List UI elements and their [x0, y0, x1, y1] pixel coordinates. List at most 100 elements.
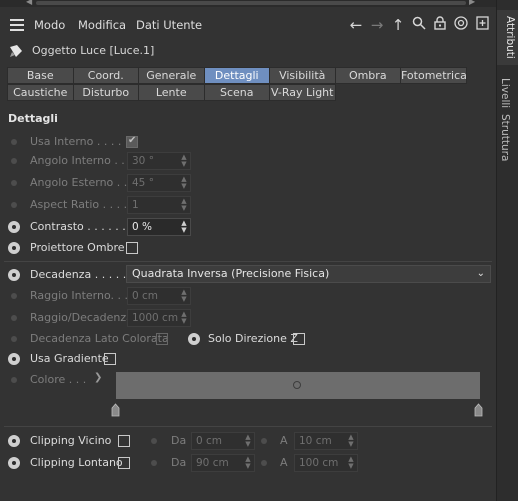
checkbox-usa-gradiente[interactable]	[104, 353, 116, 365]
animate-radio-icon[interactable]	[8, 435, 20, 447]
animate-radio-icon[interactable]	[188, 333, 200, 345]
animate-dot-icon[interactable]	[11, 315, 17, 321]
clipping-vicino-a-field[interactable]: 10 cm ▲ ▼	[294, 432, 358, 450]
angolo-interno-field[interactable]: 30 ° ▲ ▼	[127, 152, 191, 170]
animate-radio-icon[interactable]	[8, 353, 20, 365]
menu-modifica[interactable]: Modifica	[78, 18, 126, 32]
label-aspect-ratio: Aspect Ratio . . . .	[30, 198, 128, 211]
new-panel-icon[interactable]	[474, 16, 490, 34]
decadenza-dropdown[interactable]: Quadrata Inversa (Precisione Fisica) ⌄	[126, 265, 491, 283]
spinner-icon[interactable]: ▲ ▼	[180, 220, 188, 234]
animate-dot-icon[interactable]	[261, 460, 267, 466]
clipping-lontano-a-field[interactable]: 100 cm ▲ ▼	[294, 454, 358, 472]
top-scrollbar[interactable]: ◀ ▶	[0, 0, 496, 7]
label-da: Da	[171, 434, 187, 447]
chevron-down-icon: ⌄	[476, 268, 485, 279]
spinner-icon[interactable]: ▲ ▼	[180, 311, 188, 325]
spinner-icon[interactable]: ▲ ▼	[244, 456, 252, 470]
angolo-esterno-value: 45 °	[132, 177, 154, 189]
spinner-icon[interactable]: ▲ ▼	[180, 289, 188, 303]
tab-coord[interactable]: Coord.	[72, 67, 139, 84]
forward-arrow-icon[interactable]: →	[369, 16, 385, 34]
tab-dettagli[interactable]: Dettagli	[203, 67, 270, 84]
tab-visibilita[interactable]: Visibilità	[269, 67, 336, 84]
spinner-icon[interactable]: ▲ ▼	[180, 154, 188, 168]
tab-lente[interactable]: Lente	[138, 84, 205, 101]
animate-dot-icon[interactable]	[11, 139, 17, 145]
angolo-esterno-field[interactable]: 45 ° ▲ ▼	[127, 174, 191, 192]
menu-modo[interactable]: Modo	[34, 18, 65, 32]
tab-generale[interactable]: Generale	[138, 67, 205, 84]
clipping-vicino-da-value: 0 cm	[196, 435, 223, 447]
menu-dati-utente[interactable]: Dati Utente	[136, 18, 202, 32]
animate-dot-icon[interactable]	[11, 202, 17, 208]
spinner-icon[interactable]: ▲ ▼	[347, 456, 355, 470]
animate-dot-icon[interactable]	[11, 293, 17, 299]
animate-dot-icon[interactable]	[261, 438, 267, 444]
checkbox-clipping-lontano[interactable]	[118, 457, 130, 469]
tab-base[interactable]: Base	[7, 67, 74, 84]
clipping-vicino-a-value: 10 cm	[299, 435, 332, 447]
scroll-right-icon[interactable]: ▶	[469, 0, 475, 6]
tab-scena[interactable]: Scena	[203, 84, 270, 101]
tab-vray-light[interactable]: V-Ray Light	[269, 84, 336, 101]
clipping-vicino-da-field[interactable]: 0 cm ▲ ▼	[191, 432, 255, 450]
raggio-decadenza-field[interactable]: 1000 cm ▲ ▼	[127, 309, 191, 327]
target-icon[interactable]	[453, 16, 469, 34]
side-tab-struttura[interactable]: Struttura	[499, 114, 511, 161]
color-gradient-bar[interactable]	[116, 372, 480, 399]
raggio-interno-value: 0 cm	[132, 290, 159, 302]
side-tab-attributi[interactable]: Attributi	[497, 10, 518, 65]
checkbox-usa-interno[interactable]	[126, 135, 138, 148]
back-arrow-icon[interactable]: ←	[348, 16, 364, 34]
tab-caustiche[interactable]: Caustiche	[7, 84, 74, 101]
tab-disturbo[interactable]: Disturbo	[72, 84, 139, 101]
up-arrow-icon[interactable]: ↑	[390, 16, 406, 34]
lock-icon[interactable]	[432, 16, 448, 34]
animate-radio-icon[interactable]	[8, 221, 20, 233]
spinner-icon[interactable]: ▲ ▼	[180, 198, 188, 212]
checkbox-decadenza-lato-colorata[interactable]	[156, 333, 168, 345]
animate-dot-icon[interactable]	[11, 180, 17, 186]
animate-dot-icon[interactable]	[11, 377, 17, 383]
hamburger-menu-icon[interactable]	[10, 19, 24, 31]
checkbox-proiettore-ombre[interactable]	[126, 242, 138, 254]
side-tab-livelli[interactable]: Livelli	[499, 78, 511, 108]
row-angolo-esterno: Angolo Esterno . . 45 ° ▲ ▼	[8, 174, 492, 192]
nav-toolbar: ← → ↑	[348, 16, 490, 34]
scroll-left-icon[interactable]: ◀	[26, 0, 32, 6]
gradient-start-marker[interactable]	[111, 403, 120, 417]
expand-arrow-icon[interactable]: ❯	[94, 372, 102, 383]
gradient-end-marker[interactable]	[474, 403, 483, 417]
animate-dot-icon[interactable]	[11, 158, 17, 164]
spinner-icon[interactable]: ▲ ▼	[244, 434, 252, 448]
checkbox-solo-direzione-z[interactable]	[293, 333, 305, 345]
animate-dot-icon[interactable]	[11, 336, 17, 342]
label-decadenza: Decadenza . . . . . .	[30, 268, 134, 281]
label-colore: Colore . . .	[30, 373, 87, 386]
contrasto-field[interactable]: 0 % ▲ ▼	[127, 218, 191, 236]
label-a: A	[280, 434, 288, 447]
tab-row-1: Base Coord. Generale Dettagli Visibilità…	[7, 67, 473, 84]
search-icon[interactable]	[411, 16, 427, 34]
row-clipping-vicino: Clipping Vicino Da 0 cm ▲ ▼ A 10 cm ▲ ▼	[8, 432, 492, 450]
animate-radio-icon[interactable]	[8, 457, 20, 469]
checkbox-clipping-vicino[interactable]	[118, 435, 130, 447]
raggio-interno-field[interactable]: 0 cm ▲ ▼	[127, 287, 191, 305]
animate-dot-icon[interactable]	[151, 438, 157, 444]
clipping-lontano-a-value: 100 cm	[299, 457, 339, 469]
spinner-icon[interactable]: ▲ ▼	[180, 176, 188, 190]
object-title: Oggetto Luce [Luce.1]	[32, 44, 155, 57]
animate-dot-icon[interactable]	[151, 460, 157, 466]
aspect-ratio-field[interactable]: 1 ▲ ▼	[127, 196, 191, 214]
gradient-midpoint-knob[interactable]	[293, 381, 301, 389]
animate-radio-icon[interactable]	[8, 242, 20, 254]
row-proiettore-ombre: Proiettore Ombre	[8, 239, 492, 257]
animate-radio-icon[interactable]	[8, 269, 20, 281]
tab-ombra[interactable]: Ombra	[334, 67, 401, 84]
scrollbar-thumb[interactable]	[36, 1, 466, 5]
row-clipping-lontano: Clipping Lontano Da 90 cm ▲ ▼ A 100 cm ▲ ▼	[8, 454, 492, 472]
spinner-icon[interactable]: ▲ ▼	[347, 434, 355, 448]
tab-fotometrica[interactable]: Fotometrica	[400, 67, 467, 84]
clipping-lontano-da-field[interactable]: 90 cm ▲ ▼	[191, 454, 255, 472]
